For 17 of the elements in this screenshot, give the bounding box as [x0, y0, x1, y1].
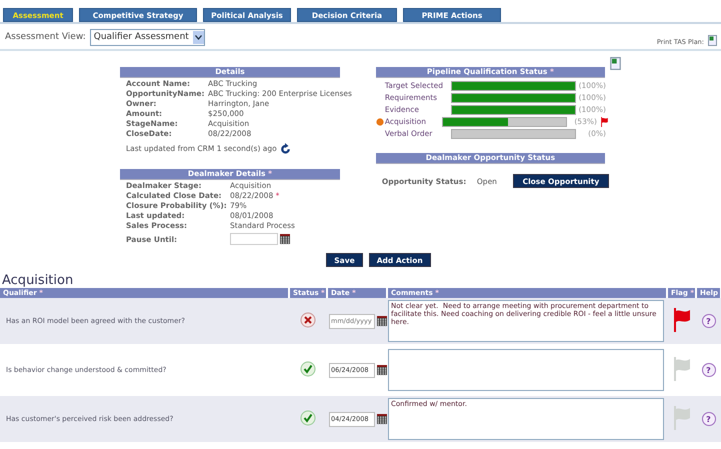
view-dropdown[interactable]: Qualifier Assessment	[90, 28, 205, 46]
date-field[interactable]	[230, 233, 278, 245]
comment-field[interactable]	[388, 349, 664, 391]
help-button[interactable]: ?	[702, 412, 716, 426]
calendar-icon[interactable]	[377, 414, 387, 424]
calendar-icon[interactable]	[377, 365, 387, 375]
refresh-icon[interactable]	[280, 143, 290, 154]
calendar-icon[interactable]	[377, 316, 387, 326]
calendar-icon[interactable]	[280, 234, 290, 244]
view-label: Assessment View:	[5, 32, 86, 42]
spreadsheet-icon[interactable]	[708, 35, 717, 46]
help-button[interactable]: ?	[702, 363, 716, 377]
flag-icon[interactable]	[672, 308, 692, 332]
help-button[interactable]: ?	[702, 314, 716, 328]
spreadsheet-icon[interactable]	[610, 57, 621, 70]
chevron-icon	[194, 34, 202, 40]
section-title: Acquisition	[2, 273, 74, 288]
